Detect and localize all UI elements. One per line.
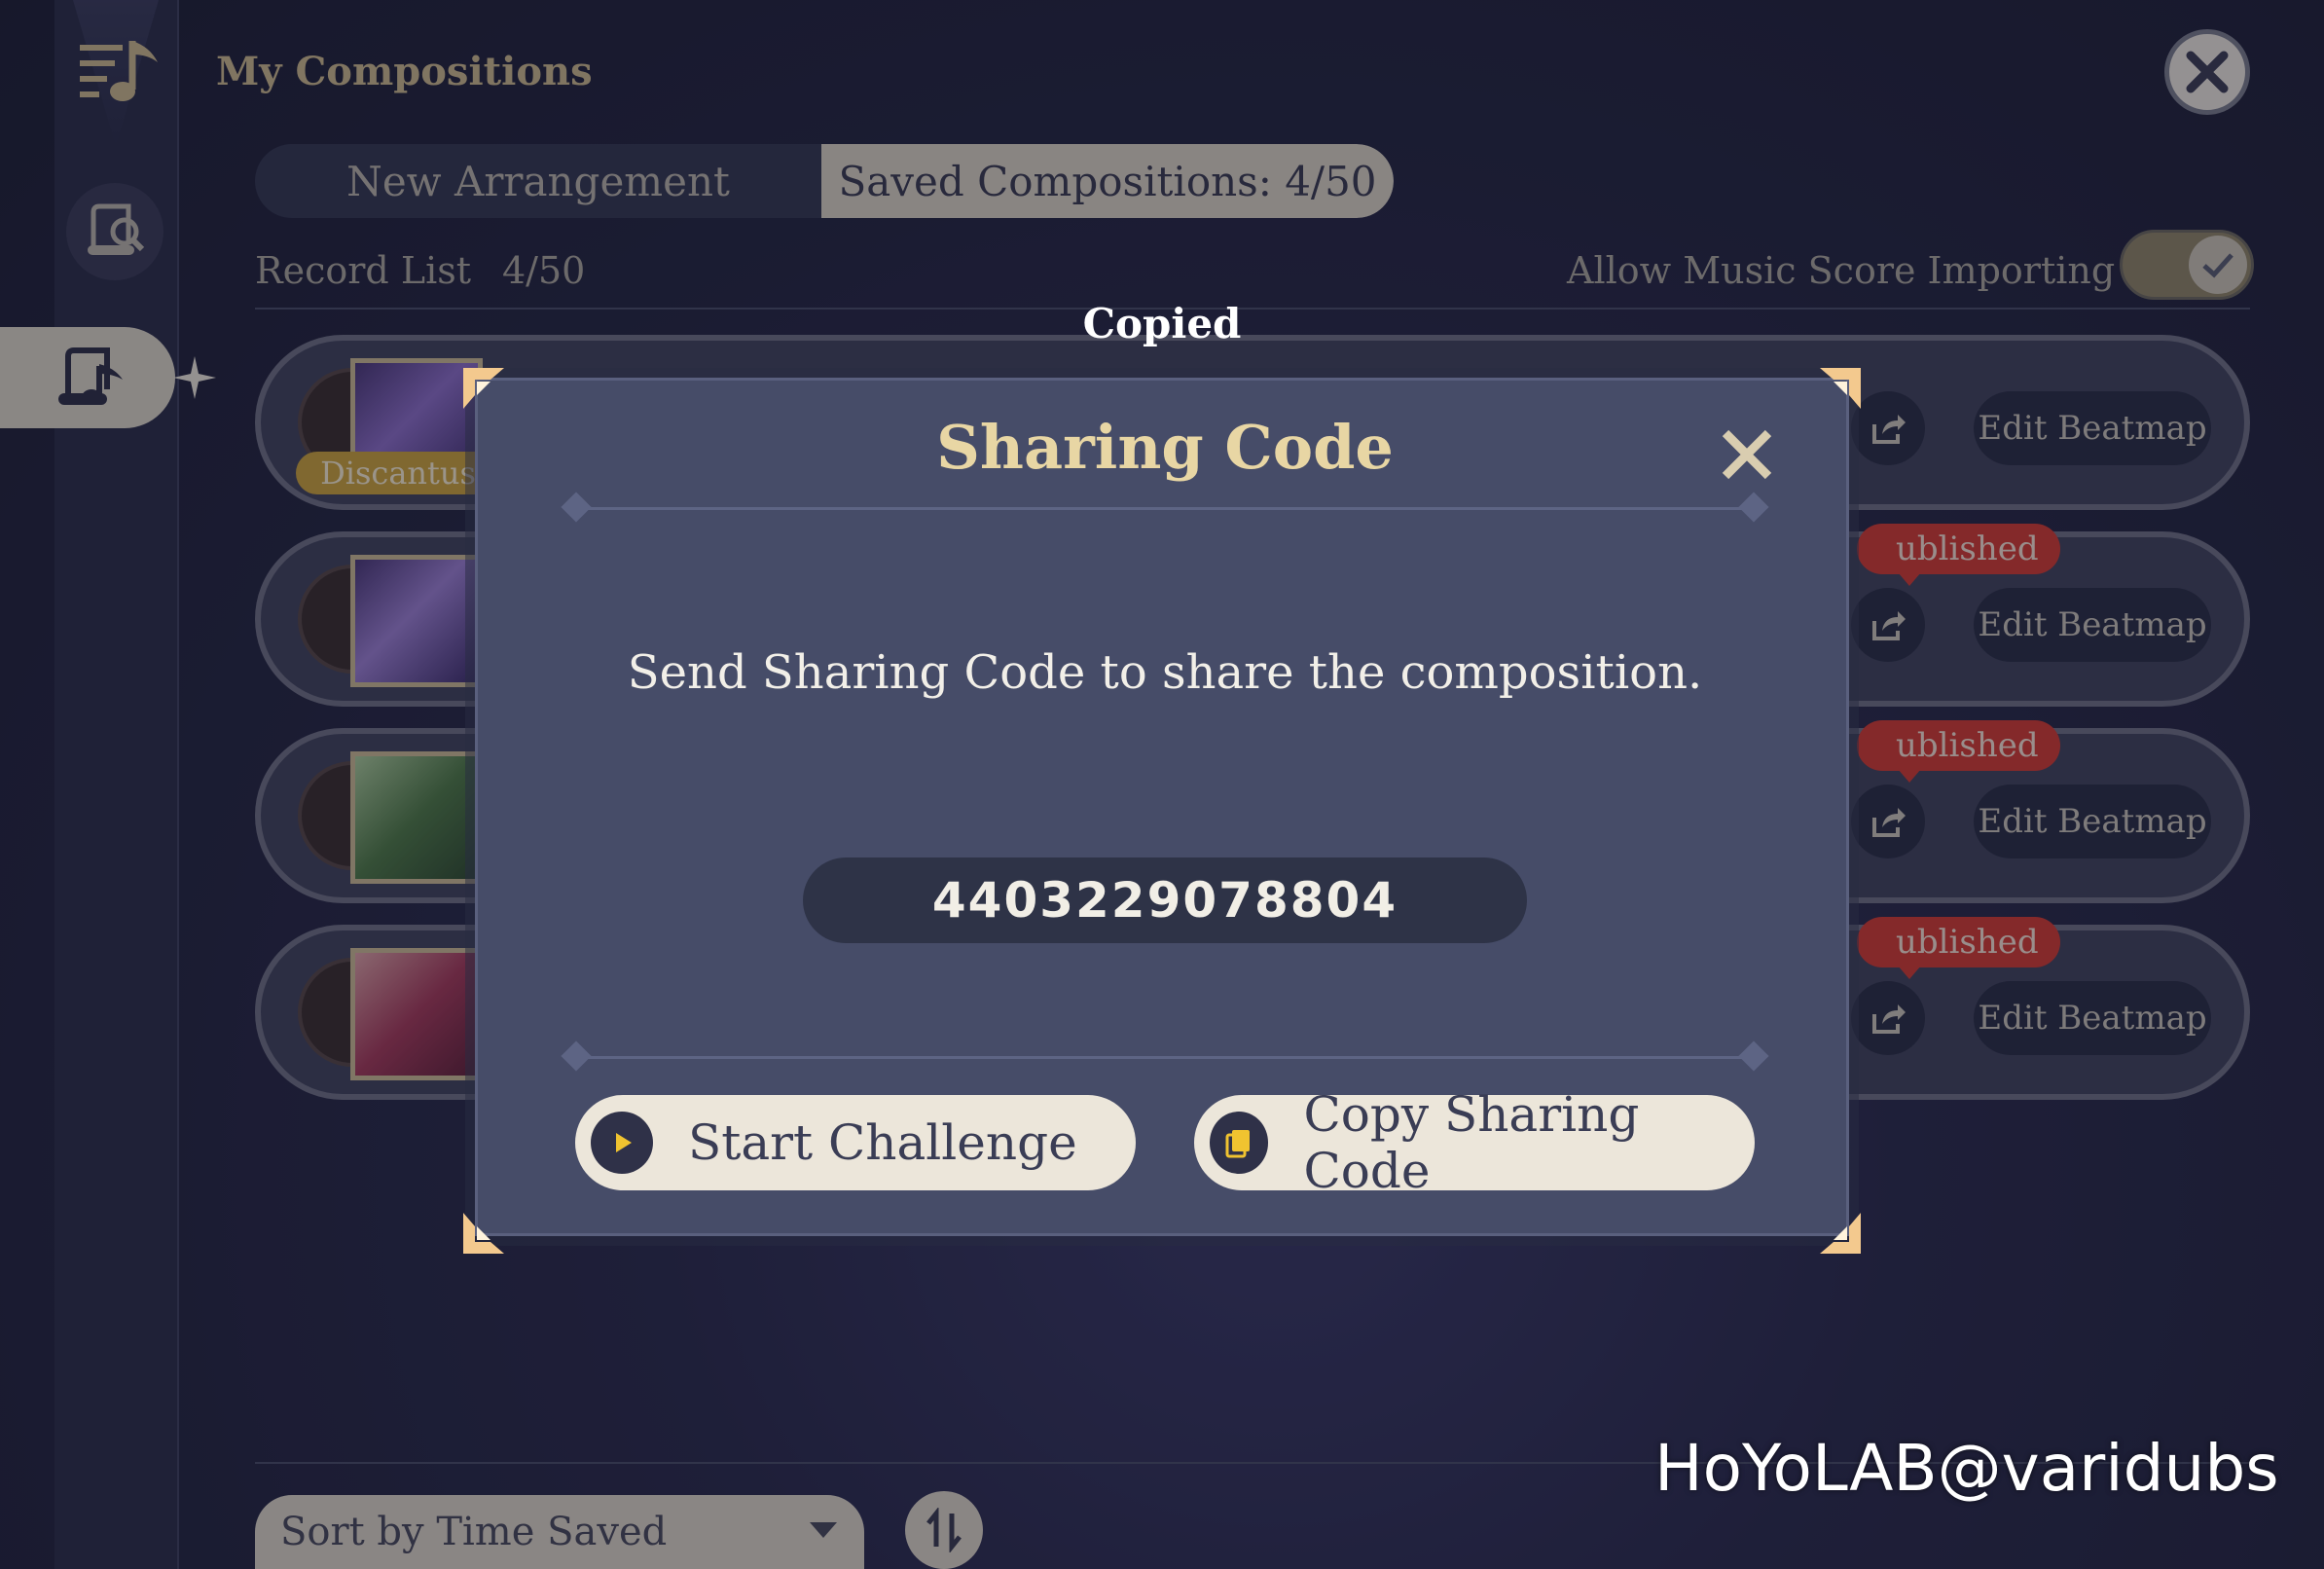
dialog-title: Sharing Code <box>936 412 1394 483</box>
sharing-code-value: 4403229078804 <box>803 857 1527 943</box>
start-challenge-label: Start Challenge <box>688 1114 1077 1171</box>
divider <box>561 1040 1769 1072</box>
dialog-close-button[interactable] <box>1712 420 1782 490</box>
copy-sharing-code-button[interactable]: Copy Sharing Code <box>1194 1086 1755 1199</box>
corner-ornament <box>1818 366 1863 411</box>
divider <box>561 492 1769 523</box>
watermark: HoYoLAB@varidubs <box>1654 1431 2279 1506</box>
dialog-message: Send Sharing Code to share the compositi… <box>627 645 1703 700</box>
corner-ornament <box>461 1211 506 1256</box>
copy-icon <box>1210 1112 1269 1174</box>
corner-ornament <box>461 366 506 411</box>
sharing-code-dialog: Sharing Code Send Sharing Code to share … <box>475 378 1849 1236</box>
close-icon <box>1722 429 1772 480</box>
copy-sharing-code-label: Copy Sharing Code <box>1303 1086 1640 1199</box>
copied-toast: Copied <box>1082 300 1242 347</box>
corner-ornament <box>1818 1211 1863 1256</box>
start-challenge-button[interactable]: Start Challenge <box>575 1095 1136 1190</box>
play-icon <box>591 1112 653 1174</box>
